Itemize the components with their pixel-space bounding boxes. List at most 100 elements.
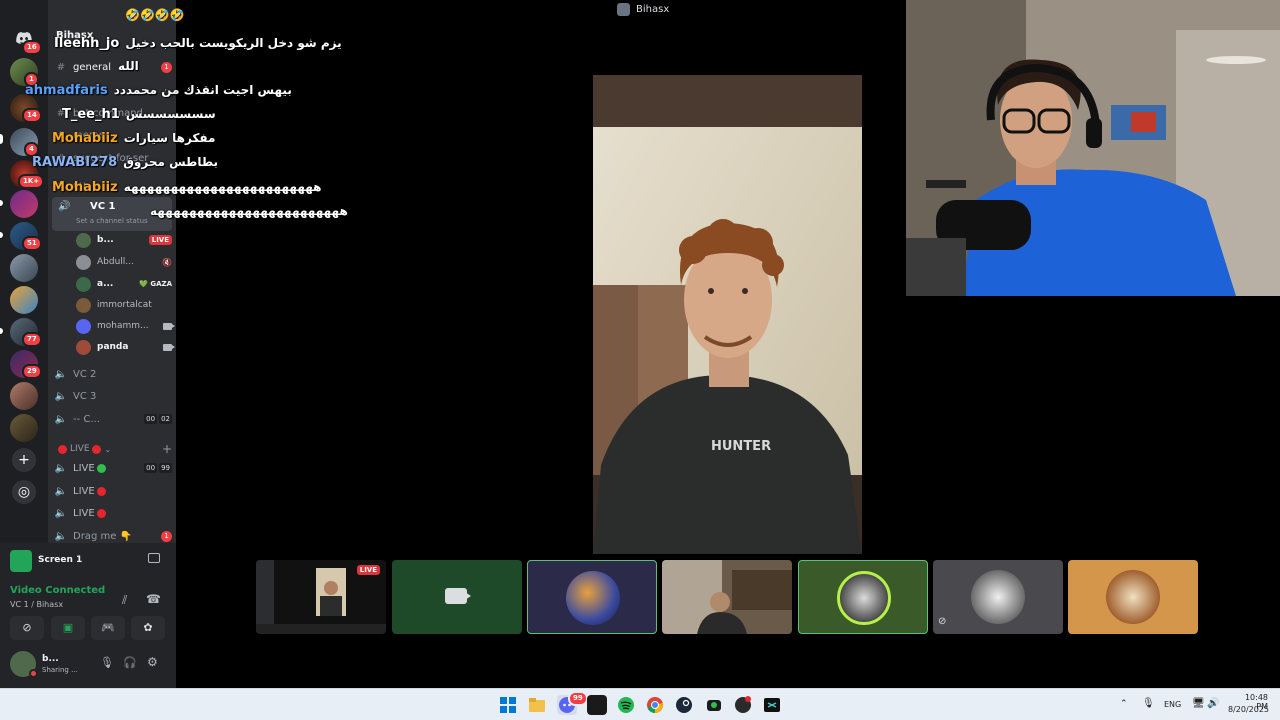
participant-tile[interactable]: ⊘ xyxy=(933,560,1063,634)
red-dot-icon xyxy=(96,486,106,496)
voice-channel[interactable]: 🔈 VC 3 xyxy=(54,386,172,406)
discover-icon[interactable]: ◎ xyxy=(12,480,36,504)
clock-date[interactable]: 8/20/2025 xyxy=(1228,705,1269,714)
channel-status-hint[interactable]: Set a channel status xyxy=(76,217,148,225)
voice-user[interactable]: immortalcat xyxy=(76,295,172,315)
xbox-icon[interactable] xyxy=(704,695,724,715)
stream-owner[interactable]: Bihasx xyxy=(617,3,669,16)
microphone-icon[interactable]: 🎙 xyxy=(100,656,114,669)
connection-status[interactable]: Video Connected xyxy=(10,585,105,596)
home-badge: 16 xyxy=(22,40,42,55)
microphone-tray-icon[interactable]: 🎙 xyxy=(1142,698,1155,709)
speaker-icon: 🔊 xyxy=(58,201,71,212)
live-channel[interactable]: 🔈 LIVE xyxy=(54,503,172,523)
chevron-down-icon: ⌄ xyxy=(104,444,112,454)
avatar xyxy=(76,232,91,248)
speaker-icon: 🔈 xyxy=(54,462,68,474)
file-explorer-icon[interactable] xyxy=(527,695,547,715)
participant-tile[interactable] xyxy=(1068,560,1198,634)
chat-line: Ileehh_jo يزم شو دخل الريكويست بالحب دخيل xyxy=(54,36,342,51)
connection-location[interactable]: VC 1 / Bihasx xyxy=(10,600,63,609)
user-status: Sharing ... xyxy=(42,666,78,674)
voice-user[interactable]: Abdull... 🔇 xyxy=(76,252,172,272)
voice-channel[interactable]: 🔈 -- C... 00 02 xyxy=(54,409,172,429)
windows-taskbar: 99 ⌃ 🎙 ENG 🖥 🔊 10:48 PM 8/20/2025 xyxy=(0,688,1280,720)
chat-line: RAWABI278 بطاطس محروق xyxy=(32,155,219,170)
speaker-icon: 🔈 xyxy=(54,530,68,542)
steam-icon[interactable] xyxy=(674,695,694,715)
disconnect-icon[interactable]: ☎ xyxy=(146,592,161,606)
voice-channel[interactable]: 🔈 VC 2 xyxy=(54,364,172,384)
camera-icon xyxy=(163,343,175,351)
soundboard-button[interactable]: ✿ xyxy=(131,616,165,640)
discord-taskbar-icon[interactable]: 99 xyxy=(557,691,588,715)
webcam-image xyxy=(906,0,1280,296)
add-channel-icon[interactable]: + xyxy=(162,442,172,456)
streamer-webcam xyxy=(906,0,1280,296)
tray-chevron-up-icon[interactable]: ⌃ xyxy=(1120,699,1128,709)
spotify-icon[interactable] xyxy=(616,695,636,715)
active-pill xyxy=(0,134,3,144)
app-icon[interactable] xyxy=(587,695,607,715)
chat-line: T_ee_h1 سسسسسسس xyxy=(62,107,216,122)
voice-user[interactable]: a... 💚 GAZA xyxy=(76,274,172,294)
main-video-feed[interactable]: HUNTER xyxy=(593,75,862,554)
server-icon[interactable] xyxy=(10,286,38,314)
chat-line: ahmadfaris بيهس اجيت انقذك من محمددد xyxy=(25,83,292,98)
voice-user[interactable]: b... LIVE xyxy=(76,230,172,250)
live-channel[interactable]: 🔈 LIVE 00 99 xyxy=(54,458,172,478)
speaker-icon: 🔈 xyxy=(54,507,68,519)
activities-button[interactable]: 🎮 xyxy=(91,616,125,640)
speaker-icon: 🔈 xyxy=(54,390,68,402)
network-icon[interactable]: 🖥 xyxy=(1192,698,1205,709)
noise-suppression-icon[interactable]: ⫽ xyxy=(122,593,127,608)
server-icon[interactable] xyxy=(10,382,38,410)
live-channel[interactable]: 🔈 LIVE xyxy=(54,481,172,501)
voice-user[interactable]: mohamm... xyxy=(76,316,175,336)
participant-tile[interactable] xyxy=(392,560,522,634)
stream-thumbnail-tile[interactable]: LIVE xyxy=(256,560,386,634)
server-badge: 51 xyxy=(22,236,42,251)
chat-line: Mohabiiz ههههههههههههههههههههههههه xyxy=(52,180,322,195)
camera-off-button[interactable]: ⊘ xyxy=(10,616,44,640)
user-panel: Screen 1 Video Connected VC 1 / Bihasx ⫽… xyxy=(0,543,176,688)
voice-user[interactable]: panda xyxy=(76,337,175,357)
server-icon[interactable] xyxy=(10,190,38,218)
screen-share-icon xyxy=(10,550,32,572)
camera-icon xyxy=(445,588,467,604)
chat-emoji-line: 🤣🤣🤣🤣 xyxy=(125,8,185,22)
participant-tile[interactable] xyxy=(798,560,928,634)
red-dot-icon xyxy=(58,444,67,454)
server-badge: 29 xyxy=(22,364,42,379)
deafened-icon: ⊘ xyxy=(938,616,947,627)
avatar xyxy=(76,318,91,334)
avatar xyxy=(76,254,91,270)
green-dot-icon xyxy=(96,463,106,473)
app-icon[interactable] xyxy=(733,695,753,715)
screen-share-button[interactable]: ▣ xyxy=(51,616,85,640)
settings-gear-icon[interactable]: ⚙ xyxy=(147,655,158,669)
server-icon[interactable] xyxy=(10,414,38,442)
headphones-icon[interactable]: 🎧 xyxy=(123,656,137,669)
popout-icon[interactable] xyxy=(148,553,160,563)
windows-start-icon[interactable] xyxy=(498,695,518,715)
volume-icon[interactable]: 🔊 xyxy=(1207,698,1219,709)
live-badge: LIVE xyxy=(356,565,380,575)
category-live[interactable]: LIVE ⌄ + xyxy=(54,439,172,459)
hash-icon: # xyxy=(56,61,66,73)
participant-tile[interactable] xyxy=(527,560,657,634)
red-dot-icon xyxy=(96,508,106,518)
unread-pill xyxy=(0,328,3,334)
capcut-icon[interactable] xyxy=(762,695,782,715)
participant-tile[interactable] xyxy=(662,560,792,634)
camera-lens-icon xyxy=(465,592,471,600)
language-indicator[interactable]: ENG xyxy=(1164,700,1181,709)
person-video-image xyxy=(593,75,862,554)
avatar xyxy=(837,571,891,625)
unread-pill xyxy=(0,232,3,238)
chat-line: الله xyxy=(118,59,139,73)
server-icon[interactable] xyxy=(10,254,38,282)
add-server-icon[interactable]: + xyxy=(12,448,36,472)
chrome-icon[interactable] xyxy=(645,695,665,715)
speaker-icon: 🔈 xyxy=(54,413,68,425)
